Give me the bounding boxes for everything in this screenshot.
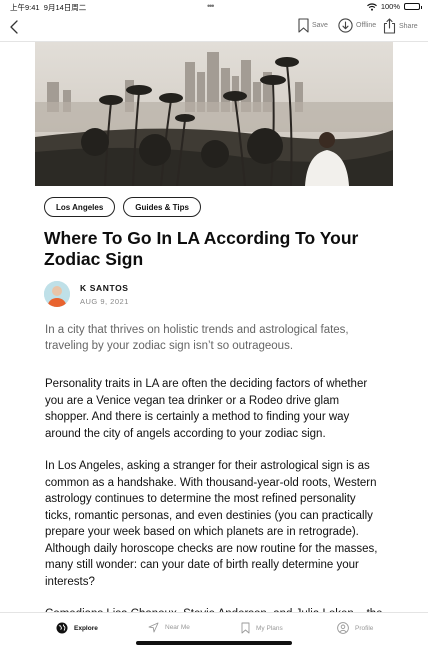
article-lede: In a city that thrives on holistic trend…	[45, 324, 349, 352]
offline-label: Offline	[356, 22, 377, 29]
chevron-left-icon	[10, 20, 18, 34]
publish-date: AUG 9, 2021	[80, 296, 129, 306]
article-title: Where To Go In LA According To Your Zodi…	[44, 228, 359, 269]
wifi-icon	[366, 2, 377, 11]
status-time: 上午9:41 9月14日周二	[10, 3, 87, 12]
share-label: Share	[399, 22, 418, 30]
tab-near-me[interactable]: Near Me	[148, 622, 190, 633]
save-button[interactable]: Save	[298, 18, 328, 33]
offline-button[interactable]: Offline	[338, 18, 376, 33]
bookmark-icon	[241, 622, 250, 634]
hero-image	[35, 42, 393, 186]
home-indicator[interactable]	[136, 641, 292, 645]
save-label: Save	[312, 22, 328, 29]
article-paragraph: Personality traits in LA are often the d…	[45, 378, 368, 440]
battery-percentage: 100%	[380, 2, 400, 11]
status-indicators: 100%	[366, 2, 422, 11]
status-bar: 上午9:41 9月14日周二 ••• 100%	[0, 0, 428, 14]
tab-profile[interactable]: Profile	[337, 622, 373, 634]
article-paragraph: In Los Angeles, asking a stranger for th…	[45, 460, 378, 588]
bookmark-icon	[298, 18, 309, 33]
navigation-bar: Save Offline Share	[0, 14, 428, 42]
tab-profile-label: Profile	[355, 624, 374, 632]
author-block: K SANTOS AUG 9, 2021	[44, 281, 129, 307]
tab-my-plans[interactable]: My Plans	[241, 622, 283, 634]
tab-my-plans-label: My Plans	[256, 624, 283, 632]
battery-icon	[404, 3, 422, 10]
tag-guides-tips[interactable]: Guides & Tips	[123, 197, 201, 217]
tag-los-angeles[interactable]: Los Angeles	[44, 197, 116, 217]
avatar[interactable]	[44, 281, 70, 307]
author-name[interactable]: K SANTOS	[80, 283, 129, 293]
tab-explore-label: Explore	[74, 624, 98, 632]
share-icon	[383, 18, 396, 34]
tab-explore[interactable]: Explore	[56, 622, 98, 634]
tag-list: Los Angeles Guides & Tips	[44, 197, 201, 217]
article-body: Personality traits in LA are often the d…	[45, 376, 385, 639]
download-circle-icon	[338, 18, 353, 33]
author-meta: K SANTOS AUG 9, 2021	[80, 283, 129, 306]
multitasking-dots-icon[interactable]: •••	[207, 1, 215, 11]
back-button[interactable]	[4, 16, 24, 38]
globe-icon	[56, 622, 68, 634]
profile-icon	[337, 622, 349, 634]
tab-near-me-label: Near Me	[165, 624, 190, 631]
location-arrow-icon	[148, 622, 159, 633]
share-button[interactable]: Share	[383, 18, 418, 34]
person-avatar-icon	[44, 281, 70, 307]
la-skyline-illustration	[35, 42, 393, 186]
